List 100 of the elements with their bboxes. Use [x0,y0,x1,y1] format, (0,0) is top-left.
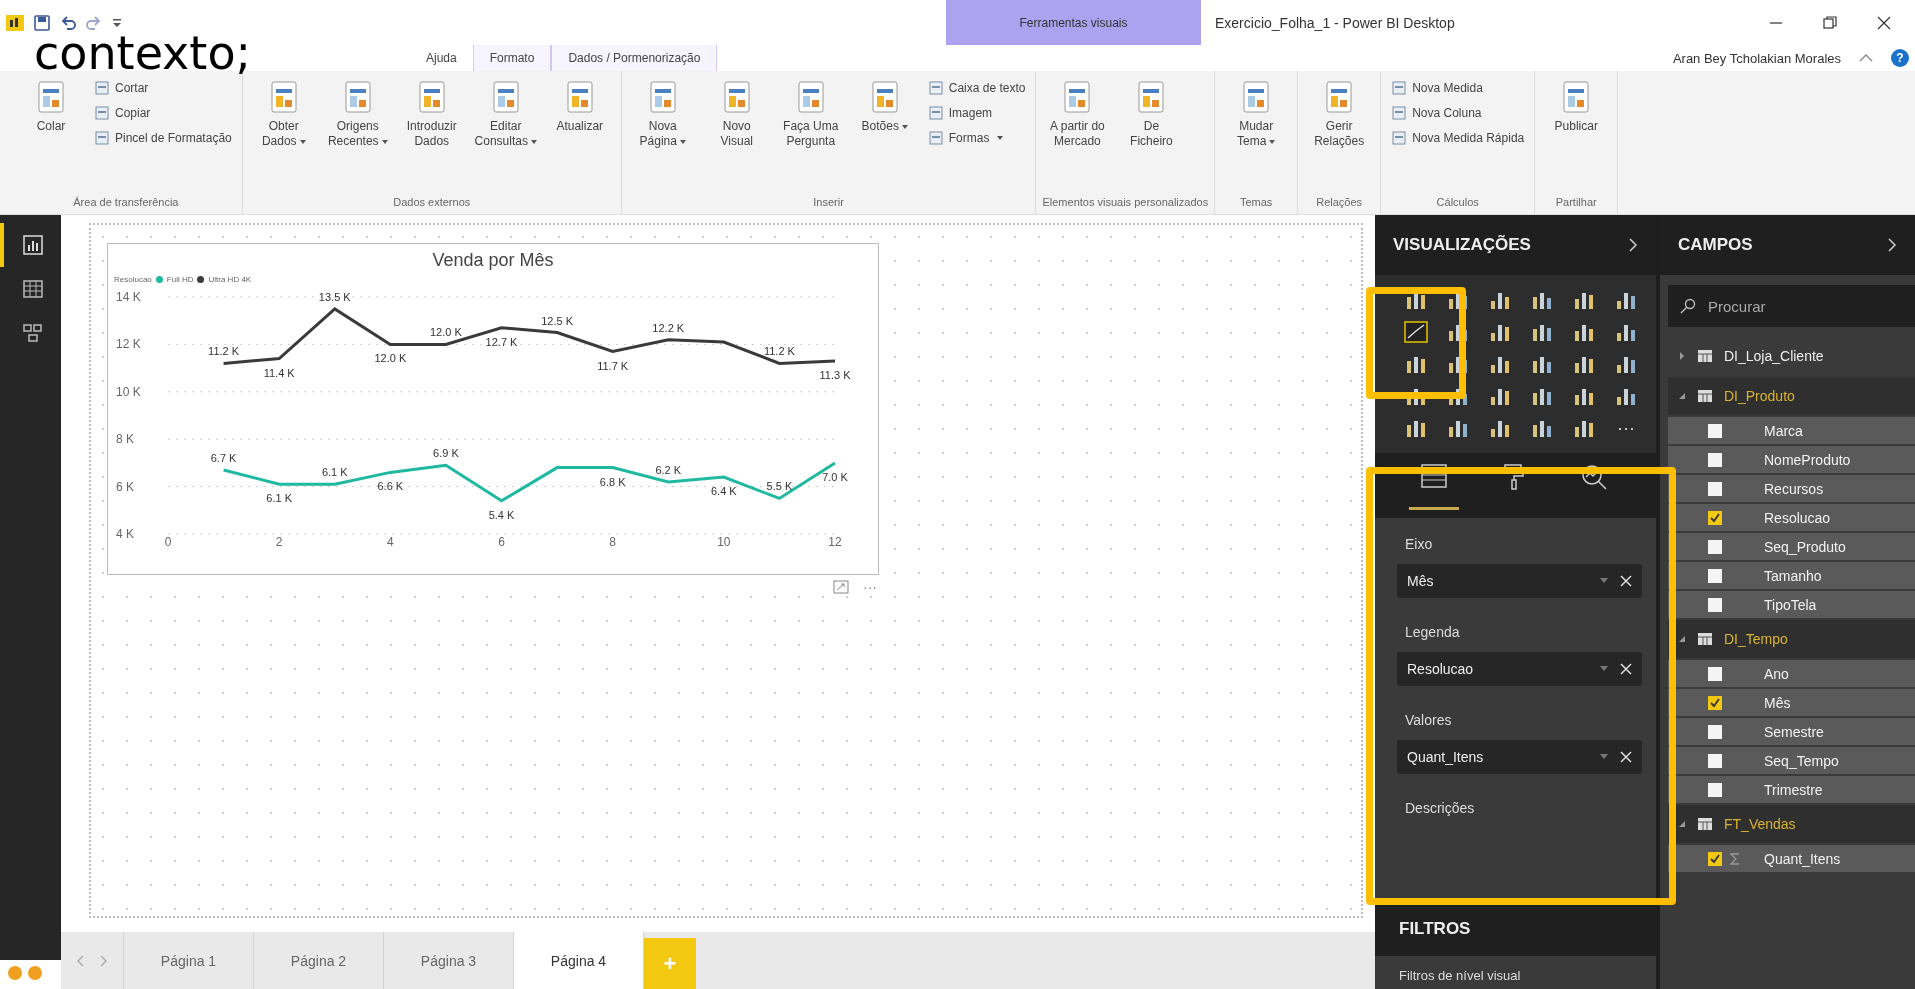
remove-icon[interactable] [1620,751,1632,763]
field-item[interactable]: Ano [1668,660,1915,687]
x-axis-label: 6 [498,535,505,549]
ribbon-button[interactable]: Faça Uma Pergunta [775,77,846,151]
small-tool-icon [94,105,110,121]
ribbon-button[interactable]: Editar Consultas [470,77,541,151]
search-field[interactable]: Procurar [1706,284,1903,328]
page-tab[interactable]: Página 4 [514,932,644,989]
field-item[interactable]: Mês [1668,689,1915,716]
data-label: 7.0 K [822,470,848,483]
ribbon-button[interactable]: Nova Página [627,77,698,151]
overlay-caption: contexto; [33,30,253,76]
table-tree-item[interactable]: DI_Produto [1668,377,1915,415]
field-item[interactable]: Trimestre [1668,776,1915,803]
remove-icon[interactable] [1620,575,1632,587]
undo-icon[interactable] [60,14,76,31]
field-item[interactable]: Seq_Tempo [1668,747,1915,774]
ribbon-button[interactable]: De Ficheiro [1116,77,1187,151]
x-axis-label: 10 [717,535,731,549]
dropdown-caret-icon[interactable] [1600,578,1608,584]
ribbon-button[interactable]: Colar [16,77,86,136]
field-item[interactable]: NomeProduto [1668,446,1915,473]
ribbon-button[interactable]: Caixa de texto [923,77,1030,99]
ribbon-button[interactable]: Mudar Tema [1221,77,1292,151]
field-item[interactable]: Semestre [1668,718,1915,745]
search-box[interactable]: Procurar [1668,285,1915,327]
remove-icon[interactable] [1620,663,1632,675]
ribbon-group-label: Dados externos [392,195,472,210]
dropdown-caret-icon[interactable] [1600,754,1608,760]
more-options-button[interactable]: ··· [863,579,877,595]
ribbon-button[interactable]: Imagem [923,102,1030,124]
legend-label: Full HD [166,275,194,284]
field-item[interactable]: Recursos [1668,475,1915,502]
field-checkbox[interactable] [1708,510,1722,525]
ribbon-button[interactable]: A partir do Mercado [1042,77,1113,151]
field-checkbox[interactable] [1708,568,1722,583]
ribbon-button[interactable]: Nova Coluna [1387,102,1529,124]
field-checkbox[interactable] [1708,597,1722,612]
field-item[interactable]: Marca [1668,417,1915,444]
close-icon[interactable] [1877,15,1891,30]
field-checkbox[interactable] [1708,724,1722,739]
clipart-placeholder [0,960,61,989]
field-checkbox[interactable] [1708,539,1722,554]
ribbon-button[interactable]: Introduzir Dados [396,77,467,151]
field-checkbox[interactable] [1708,423,1722,438]
save-icon[interactable] [34,14,50,31]
ribbon-button[interactable]: Botões [849,77,920,136]
table-tree-item[interactable]: FT_Vendas [1668,805,1915,843]
field-item[interactable]: Seq_Produto [1668,533,1915,560]
data-label: 12.7 K [485,335,518,348]
expanded-triangle-icon [1678,635,1686,643]
ribbon-button[interactable]: Atualizar [544,77,615,136]
menu-tab[interactable]: Ajuda [410,45,473,71]
menu-tab[interactable]: Dados / Pormenorização [551,45,718,71]
pane-tab[interactable] [1409,463,1459,510]
restore-icon[interactable] [1823,15,1837,30]
chevron-right-icon[interactable] [1628,237,1638,253]
field-checkbox[interactable] [1708,851,1722,866]
field-checkbox[interactable] [1708,753,1722,768]
ribbon-group-label: Temas [1238,195,1274,210]
field-well-label: Eixo [1404,535,1434,554]
ribbon-button[interactable]: Nova Medida Rápida [1387,127,1529,149]
ribbon-button[interactable]: Gerir Relações [1304,77,1375,151]
expanded-triangle-icon [1678,820,1686,828]
field-well-item[interactable]: Quant_Itens [1397,740,1642,774]
field-well-item[interactable]: Resolucao [1397,652,1642,686]
ribbon-button[interactable]: Novo Visual [701,77,772,151]
field-item[interactable]: Tamanho [1668,562,1915,589]
help-button[interactable]: ? [1891,49,1909,67]
dropdown-caret-icon[interactable] [1600,666,1608,672]
field-checkbox[interactable] [1708,666,1722,681]
y-axis-label: 6 K [116,479,134,494]
field-item[interactable]: TipoTela [1668,591,1915,618]
chevron-right-icon[interactable] [1887,237,1897,253]
table-tree-item[interactable]: DI_Tempo [1668,620,1915,658]
more-visuals-button[interactable]: ··· [1607,413,1645,443]
field-well-item[interactable]: Mês [1397,564,1642,598]
ribbon-button[interactable]: Copiar [90,102,236,124]
field-checkbox[interactable] [1708,452,1722,467]
field-checkbox[interactable] [1708,782,1722,797]
ribbon-group-label: Cálculos [1435,195,1480,210]
ribbon-button[interactable]: Pincel de Formatação [90,127,236,149]
small-tool-icon [927,105,944,121]
table-tree-item[interactable]: DI_Loja_Cliente [1668,337,1915,375]
ribbon-button[interactable]: Obter Dados [248,77,319,151]
ribbon-button[interactable]: Nova Medida [1387,77,1529,99]
field-item[interactable]: Resolucao [1668,504,1915,531]
customize-caret-icon[interactable] [112,16,122,29]
field-checkbox[interactable] [1708,481,1722,496]
collapsed-triangle-icon [1678,352,1686,360]
field-checkbox[interactable] [1708,695,1722,710]
ribbon-group-label: Partilhar [1554,195,1598,210]
ribbon-button[interactable]: Cortar [90,77,236,99]
field-item[interactable]: Quant_Itens [1668,845,1915,872]
ribbon-button[interactable]: Formas [923,127,1030,149]
collapse-caret-icon[interactable] [1859,53,1873,63]
ribbon-button[interactable]: Publicar [1541,77,1612,136]
ribbon-button[interactable]: Origens Recentes [322,77,393,151]
menu-tab[interactable]: Formato [472,45,552,71]
data-label: 5.4 K [488,508,515,521]
